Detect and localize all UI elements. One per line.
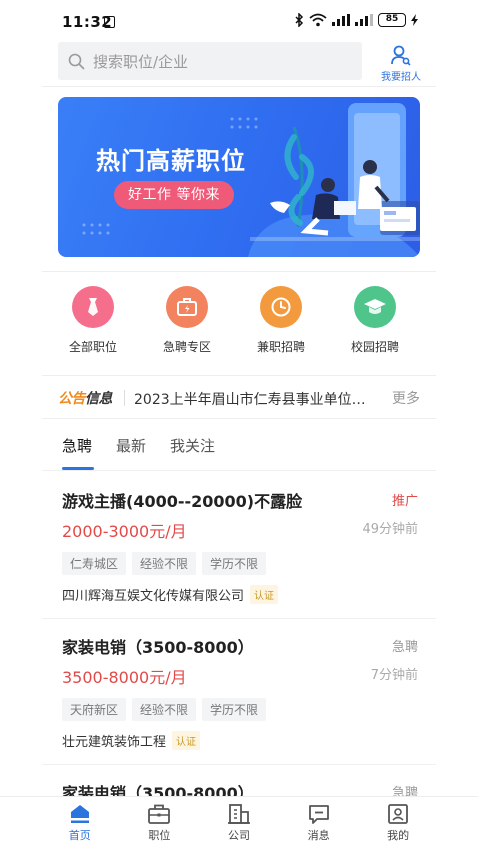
status-icons: 85 xyxy=(295,13,418,27)
verified-badge: 认证 xyxy=(172,731,201,750)
notice-separator xyxy=(124,390,125,406)
status-bar: 11:32 85 xyxy=(0,0,478,44)
briefcase-bolt-icon xyxy=(166,286,208,328)
tab-following[interactable]: 我关注 xyxy=(170,434,215,470)
tabbar-profile[interactable]: 我的 xyxy=(368,797,428,850)
job-divider xyxy=(42,764,436,774)
tab-latest[interactable]: 最新 xyxy=(116,434,146,470)
job-tag-experience: 经验不限 xyxy=(132,698,197,721)
charging-icon xyxy=(411,14,418,26)
job-time: 7分钟前 xyxy=(370,668,418,683)
search-placeholder: 搜索职位/企业 xyxy=(93,52,189,71)
category-row: 全部职位 急聘专区 兼职招聘 校园招聘 xyxy=(58,286,420,356)
building-icon xyxy=(227,804,250,824)
job-title: 家装电销（3500-8000） xyxy=(62,638,254,657)
category-label: 兼职招聘 xyxy=(256,340,305,354)
promo-banner[interactable]: 热门高薪职位 好工作 等你来 xyxy=(58,97,420,257)
tabbar-label: 职位 xyxy=(148,829,171,842)
notice-tag-part2: 信息 xyxy=(85,391,113,407)
home-icon xyxy=(70,805,89,823)
job-tag-location: 仁寿城区 xyxy=(62,552,127,575)
banner-title: 热门高薪职位 xyxy=(96,147,246,175)
message-icon xyxy=(308,805,329,824)
job-card[interactable]: 游戏主播(4000--20000)不露脸 2000-3000元/月 推广 49分… xyxy=(62,488,418,604)
job-tag-education: 学历不限 xyxy=(202,698,267,721)
job-tag-experience: 经验不限 xyxy=(132,552,197,575)
wifi-icon xyxy=(309,13,327,27)
verified-badge: 认证 xyxy=(250,585,279,604)
signal-icon-2 xyxy=(355,14,373,26)
job-tabs: 急聘 最新 我关注 xyxy=(62,434,215,474)
job-tags: 天府新区 经验不限 学历不限 xyxy=(62,698,418,721)
category-all-jobs[interactable]: 全部职位 xyxy=(48,286,138,356)
category-part-time[interactable]: 兼职招聘 xyxy=(236,286,326,356)
banner-illustration xyxy=(82,103,420,257)
category-urgent[interactable]: 急聘专区 xyxy=(142,286,232,356)
job-company-row: 四川辉海互娱文化传媒有限公司 认证 xyxy=(62,585,418,604)
recruit-button[interactable]: 我要招人 xyxy=(376,42,426,83)
header-divider xyxy=(42,86,436,87)
job-badge: 急聘 xyxy=(391,640,418,655)
job-company: 四川辉海互娱文化传媒有限公司 xyxy=(62,589,245,604)
search-icon xyxy=(68,53,85,69)
notice-bar[interactable]: 公告信息 2023上半年眉山市仁寿县事业单位… 更多 xyxy=(42,375,436,419)
tie-icon xyxy=(72,286,114,328)
notice-text[interactable]: 2023上半年眉山市仁寿县事业单位… xyxy=(134,389,384,409)
job-company-row: 壮元建筑装饰工程 认证 xyxy=(62,731,418,750)
briefcase-icon xyxy=(148,804,171,824)
job-badge: 推广 xyxy=(391,494,418,509)
banner-divider xyxy=(42,271,436,272)
profile-icon xyxy=(388,804,409,824)
tabbar-home[interactable]: 首页 xyxy=(50,797,110,850)
nfc-icon xyxy=(104,16,115,28)
job-salary: 3500-8000元/月 xyxy=(62,668,187,687)
job-company: 壮元建筑装饰工程 xyxy=(62,735,167,750)
notice-tag: 公告信息 xyxy=(58,388,113,408)
job-title: 游戏主播(4000--20000)不露脸 xyxy=(62,492,303,511)
signal-icon xyxy=(332,14,350,26)
tabbar-messages[interactable]: 消息 xyxy=(289,797,349,850)
bottom-tab-bar: 首页 职位 公司 消息 我的 xyxy=(0,796,478,850)
notice-more-link[interactable]: 更多 xyxy=(392,388,420,408)
graduation-cap-icon xyxy=(354,286,396,328)
tabbar-label: 我的 xyxy=(387,829,410,842)
recruiter-icon xyxy=(391,45,411,66)
job-tags: 仁寿城区 经验不限 学历不限 xyxy=(62,552,418,575)
notice-tag-part1: 公告 xyxy=(58,391,86,407)
search-row: 搜索职位/企业 我要招人 xyxy=(58,42,438,83)
tab-urgent[interactable]: 急聘 xyxy=(62,434,95,470)
job-card[interactable]: 家装电销（3500-8000） 3500-8000元/月 急聘 7分钟前 天府新… xyxy=(62,634,418,750)
battery-indicator: 85 xyxy=(378,13,406,27)
clock-icon xyxy=(260,286,302,328)
job-time: 49分钟前 xyxy=(362,522,418,537)
recruit-label: 我要招人 xyxy=(381,72,421,83)
banner-subtitle: 好工作 等你来 xyxy=(114,181,234,209)
category-campus[interactable]: 校园招聘 xyxy=(330,286,420,356)
tabbar-label: 公司 xyxy=(227,829,250,842)
tabs-divider xyxy=(42,470,436,471)
category-label: 急聘专区 xyxy=(162,340,211,354)
job-tag-location: 天府新区 xyxy=(62,698,127,721)
job-tag-education: 学历不限 xyxy=(202,552,267,575)
tabbar-label: 消息 xyxy=(307,829,330,842)
category-label: 全部职位 xyxy=(68,340,117,354)
bluetooth-icon xyxy=(295,13,304,27)
tabbar-label: 首页 xyxy=(68,829,91,842)
tabbar-jobs[interactable]: 职位 xyxy=(129,797,189,850)
search-input[interactable]: 搜索职位/企业 xyxy=(58,42,362,80)
tabbar-company[interactable]: 公司 xyxy=(209,797,269,850)
job-divider xyxy=(42,618,436,628)
category-label: 校园招聘 xyxy=(350,340,399,354)
